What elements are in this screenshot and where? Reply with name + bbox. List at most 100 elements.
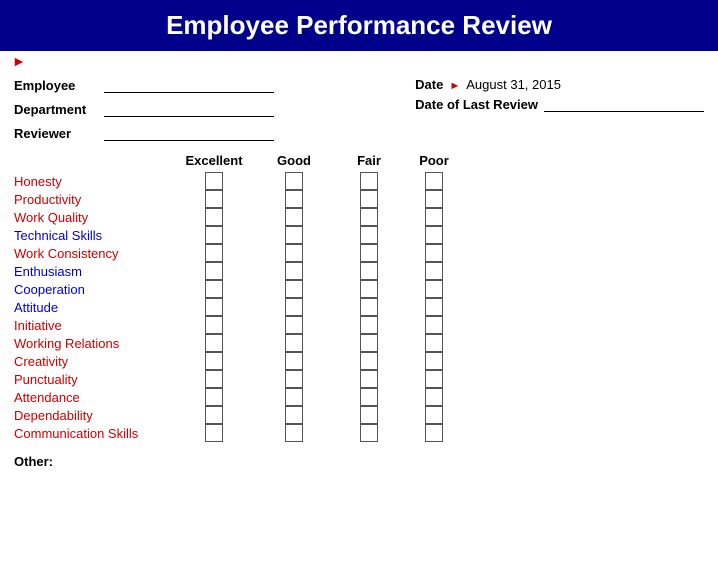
last-review-label: Date of Last Review: [415, 97, 538, 112]
rating-checkbox-cell: [174, 298, 254, 316]
checkbox[interactable]: [425, 334, 443, 352]
checkbox[interactable]: [425, 280, 443, 298]
other-section: Other:: [0, 442, 718, 469]
checkbox[interactable]: [205, 424, 223, 442]
checkbox[interactable]: [285, 244, 303, 262]
checkbox[interactable]: [205, 172, 223, 190]
checkbox[interactable]: [360, 208, 378, 226]
criteria-label: Creativity: [14, 353, 174, 370]
checkbox[interactable]: [205, 244, 223, 262]
checkbox[interactable]: [360, 406, 378, 424]
checkbox[interactable]: [285, 352, 303, 370]
rating-checkbox-cell: [404, 298, 464, 316]
checkbox[interactable]: [205, 352, 223, 370]
checkbox[interactable]: [425, 316, 443, 334]
rating-checkbox-cell: [254, 406, 334, 424]
criteria-label: Punctuality: [14, 371, 174, 388]
criteria-label: Enthusiasm: [14, 263, 174, 280]
rating-checkbox-cell: [254, 172, 334, 190]
checkbox[interactable]: [285, 262, 303, 280]
checkbox[interactable]: [285, 208, 303, 226]
checkbox[interactable]: [425, 424, 443, 442]
date-row: Date ► August 31, 2015: [415, 77, 704, 92]
criteria-label: Honesty: [14, 173, 174, 190]
rating-checkbox-cell: [404, 370, 464, 388]
checkbox[interactable]: [205, 406, 223, 424]
checkbox[interactable]: [360, 424, 378, 442]
table-row: Communication Skills: [14, 424, 704, 442]
date-value: August 31, 2015: [466, 77, 561, 92]
last-review-input[interactable]: [544, 96, 704, 112]
checkbox[interactable]: [360, 316, 378, 334]
checkbox[interactable]: [205, 280, 223, 298]
checkbox[interactable]: [360, 226, 378, 244]
checkbox[interactable]: [425, 190, 443, 208]
rating-checkbox-cell: [174, 388, 254, 406]
checkbox[interactable]: [205, 208, 223, 226]
checkbox[interactable]: [285, 172, 303, 190]
checkbox[interactable]: [425, 298, 443, 316]
checkbox[interactable]: [360, 334, 378, 352]
reviewer-label: Reviewer: [14, 126, 104, 141]
form-fields: Employee Department Reviewer Date ► Augu…: [0, 69, 718, 145]
checkbox[interactable]: [360, 280, 378, 298]
checkbox[interactable]: [425, 388, 443, 406]
rating-checkbox-cell: [404, 334, 464, 352]
checkbox[interactable]: [285, 406, 303, 424]
checkbox[interactable]: [285, 388, 303, 406]
table-row: Punctuality: [14, 370, 704, 388]
checkbox[interactable]: [205, 316, 223, 334]
checkbox[interactable]: [285, 190, 303, 208]
checkbox[interactable]: [205, 190, 223, 208]
checkbox[interactable]: [425, 172, 443, 190]
checkbox[interactable]: [425, 208, 443, 226]
criteria-label: Work Quality: [14, 209, 174, 226]
checkbox[interactable]: [425, 370, 443, 388]
table-row: Technical Skills: [14, 226, 704, 244]
rating-checkbox-cell: [404, 406, 464, 424]
checkbox[interactable]: [205, 298, 223, 316]
other-label: Other:: [14, 454, 53, 469]
checkbox[interactable]: [360, 352, 378, 370]
employee-input[interactable]: [104, 77, 274, 93]
checkbox[interactable]: [425, 244, 443, 262]
checkbox[interactable]: [360, 388, 378, 406]
checkbox[interactable]: [425, 226, 443, 244]
checkbox[interactable]: [205, 226, 223, 244]
header-poor: Poor: [404, 153, 464, 168]
header-good: Good: [254, 153, 334, 168]
checkbox[interactable]: [425, 262, 443, 280]
department-input[interactable]: [104, 101, 274, 117]
checkbox[interactable]: [360, 370, 378, 388]
reviewer-input[interactable]: [104, 125, 274, 141]
rating-checkbox-cell: [334, 190, 404, 208]
page-title: Employee Performance Review: [0, 0, 718, 51]
checkbox[interactable]: [205, 370, 223, 388]
checkbox[interactable]: [285, 334, 303, 352]
header-excellent: Excellent: [174, 153, 254, 168]
rating-checkbox-cell: [334, 262, 404, 280]
red-arrow-indicator: ►: [0, 51, 718, 69]
rating-checkbox-cell: [254, 388, 334, 406]
checkbox[interactable]: [360, 172, 378, 190]
checkbox[interactable]: [360, 298, 378, 316]
checkbox[interactable]: [205, 334, 223, 352]
checkbox[interactable]: [285, 424, 303, 442]
checkbox[interactable]: [425, 406, 443, 424]
checkbox[interactable]: [360, 190, 378, 208]
checkbox[interactable]: [360, 262, 378, 280]
rating-checkbox-cell: [174, 406, 254, 424]
rating-checkbox-cell: [404, 352, 464, 370]
checkbox[interactable]: [285, 298, 303, 316]
checkbox[interactable]: [425, 352, 443, 370]
checkbox[interactable]: [285, 370, 303, 388]
checkbox[interactable]: [205, 388, 223, 406]
checkbox[interactable]: [360, 244, 378, 262]
rating-checkbox-cell: [404, 424, 464, 442]
rating-checkbox-cell: [254, 370, 334, 388]
checkbox[interactable]: [205, 262, 223, 280]
rating-headers: Excellent Good Fair Poor: [174, 153, 704, 168]
checkbox[interactable]: [285, 280, 303, 298]
checkbox[interactable]: [285, 316, 303, 334]
checkbox[interactable]: [285, 226, 303, 244]
